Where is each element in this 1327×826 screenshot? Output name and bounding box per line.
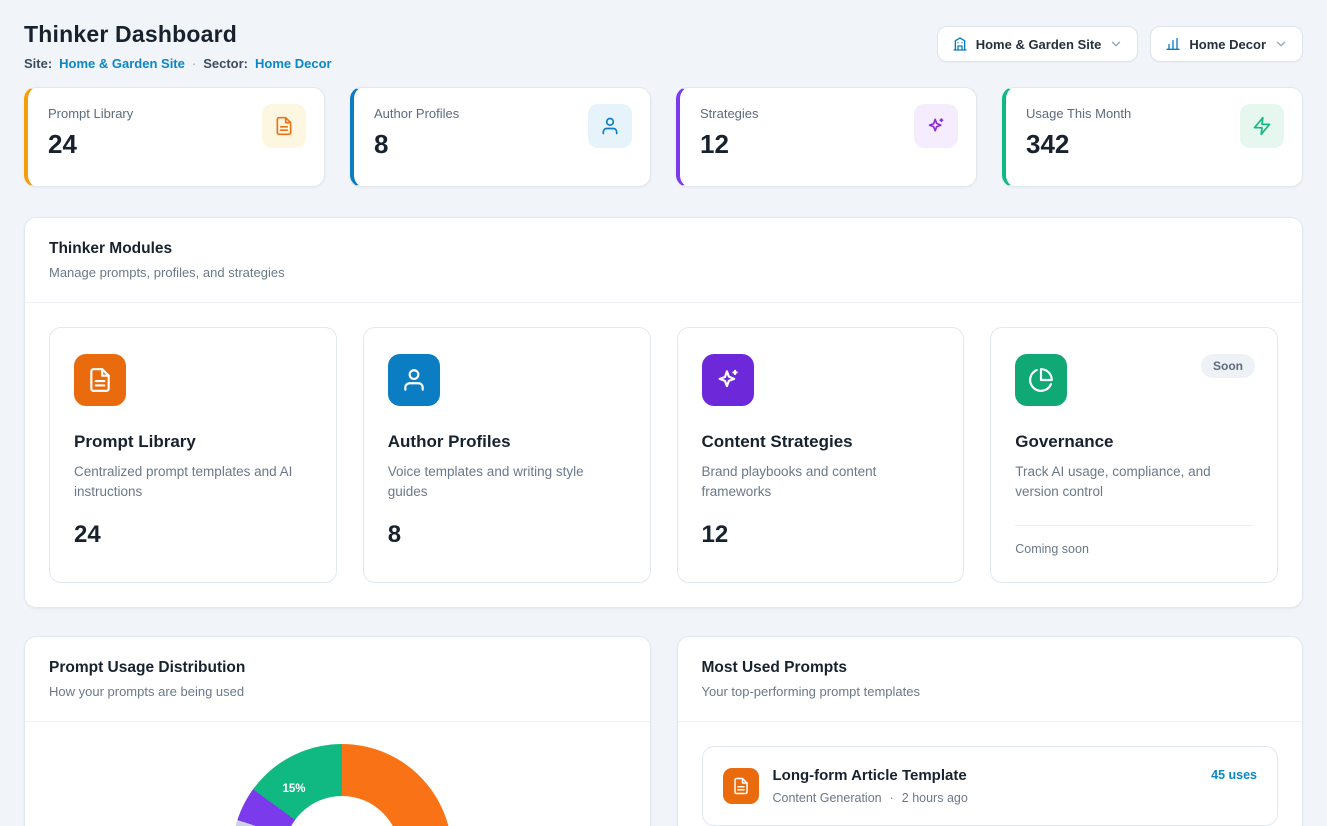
- modules-subtitle: Manage prompts, profiles, and strategies: [49, 265, 1278, 280]
- module-divider: [1015, 525, 1253, 526]
- prompt-item-text: Long-form Article Template Content Gener…: [773, 767, 968, 805]
- sector-label: Sector:: [203, 56, 248, 71]
- site-selector-dropdown[interactable]: Home & Garden Site: [937, 26, 1139, 62]
- file-text-icon: [262, 104, 306, 148]
- most-used-title: Most Used Prompts: [702, 659, 1279, 677]
- breadcrumb-separator: ·: [192, 56, 196, 71]
- donut-segment-label: 15%: [282, 783, 305, 795]
- usage-distribution-panel: Prompt Usage Distribution How your promp…: [24, 636, 651, 826]
- soon-badge: Soon: [1201, 354, 1255, 378]
- bottom-row: Prompt Usage Distribution How your promp…: [24, 636, 1303, 826]
- modules-grid: Prompt Library Centralized prompt templa…: [25, 303, 1302, 607]
- module-title: Author Profiles: [388, 432, 626, 452]
- list-item[interactable]: Long-form Article Template Content Gener…: [702, 746, 1279, 826]
- module-card-content-strategies[interactable]: Content Strategies Brand playbooks and c…: [677, 327, 965, 583]
- usage-subtitle: How your prompts are being used: [49, 684, 626, 699]
- chevron-down-icon: [1109, 37, 1123, 51]
- pie-chart-icon: [1015, 354, 1067, 406]
- usage-panel-header: Prompt Usage Distribution How your promp…: [25, 637, 650, 722]
- header-left: Thinker Dashboard Site: Home & Garden Si…: [24, 20, 332, 71]
- module-description: Brand playbooks and content frameworks: [702, 462, 940, 503]
- sparkles-icon: [914, 104, 958, 148]
- building-icon: [952, 36, 968, 52]
- stat-card-strategies: Strategies 12: [676, 87, 977, 187]
- prompt-time: 2 hours ago: [902, 791, 968, 805]
- coming-soon-note: Coming soon: [1015, 542, 1253, 556]
- stat-card-prompt-library: Prompt Library 24: [24, 87, 325, 187]
- module-card-governance[interactable]: Soon Governance Track AI usage, complian…: [990, 327, 1278, 583]
- module-title: Governance: [1015, 432, 1253, 452]
- breadcrumb: Site: Home & Garden Site · Sector: Home …: [24, 56, 332, 71]
- site-link[interactable]: Home & Garden Site: [59, 56, 185, 71]
- module-count: 24: [74, 521, 312, 549]
- most-used-panel-header: Most Used Prompts Your top-performing pr…: [678, 637, 1303, 722]
- module-description: Voice templates and writing style guides: [388, 462, 626, 503]
- usage-title: Prompt Usage Distribution: [49, 659, 626, 677]
- user-icon: [588, 104, 632, 148]
- module-count: 8: [388, 521, 626, 549]
- module-description: Track AI usage, compliance, and version …: [1015, 462, 1253, 503]
- module-card-author-profiles[interactable]: Author Profiles Voice templates and writ…: [363, 327, 651, 583]
- module-title: Content Strategies: [702, 432, 940, 452]
- prompt-list: Long-form Article Template Content Gener…: [678, 722, 1303, 826]
- most-used-prompts-panel: Most Used Prompts Your top-performing pr…: [677, 636, 1304, 826]
- prompt-category: Content Generation: [773, 791, 882, 805]
- thinker-modules-panel: Thinker Modules Manage prompts, profiles…: [24, 217, 1303, 608]
- file-text-icon: [74, 354, 126, 406]
- stat-card-author-profiles: Author Profiles 8: [350, 87, 651, 187]
- module-count: 12: [702, 521, 940, 549]
- uses-badge: 45 uses: [1211, 768, 1257, 782]
- user-icon: [388, 354, 440, 406]
- site-label: Site:: [24, 56, 52, 71]
- header-selectors: Home & Garden Site Home Decor: [937, 26, 1303, 62]
- file-text-icon: [723, 768, 759, 804]
- modules-title: Thinker Modules: [49, 240, 1278, 258]
- most-used-subtitle: Your top-performing prompt templates: [702, 684, 1279, 699]
- prompt-item-title: Long-form Article Template: [773, 767, 968, 784]
- module-card-prompt-library[interactable]: Prompt Library Centralized prompt templa…: [49, 327, 337, 583]
- sparkles-icon: [702, 354, 754, 406]
- prompt-item-meta: Content Generation · 2 hours ago: [773, 791, 968, 805]
- modules-panel-header: Thinker Modules Manage prompts, profiles…: [25, 218, 1302, 303]
- meta-separator: ·: [890, 791, 894, 805]
- page-header: Thinker Dashboard Site: Home & Garden Si…: [24, 20, 1303, 71]
- sector-link[interactable]: Home Decor: [255, 56, 332, 71]
- dashboard-page: Thinker Dashboard Site: Home & Garden Si…: [0, 0, 1327, 826]
- usage-donut-chart: 15%: [232, 744, 452, 826]
- module-description: Centralized prompt templates and AI inst…: [74, 462, 312, 503]
- zap-icon: [1240, 104, 1284, 148]
- site-selector-label: Home & Garden Site: [976, 37, 1102, 52]
- chevron-down-icon: [1274, 37, 1288, 51]
- sector-selector-label: Home Decor: [1189, 37, 1266, 52]
- stat-card-usage: Usage This Month 342: [1002, 87, 1303, 187]
- stats-row: Prompt Library 24 Author Profiles 8 Stra…: [24, 87, 1303, 187]
- sector-selector-dropdown[interactable]: Home Decor: [1150, 26, 1303, 62]
- page-title: Thinker Dashboard: [24, 20, 332, 48]
- bar-chart-icon: [1165, 36, 1181, 52]
- module-title: Prompt Library: [74, 432, 312, 452]
